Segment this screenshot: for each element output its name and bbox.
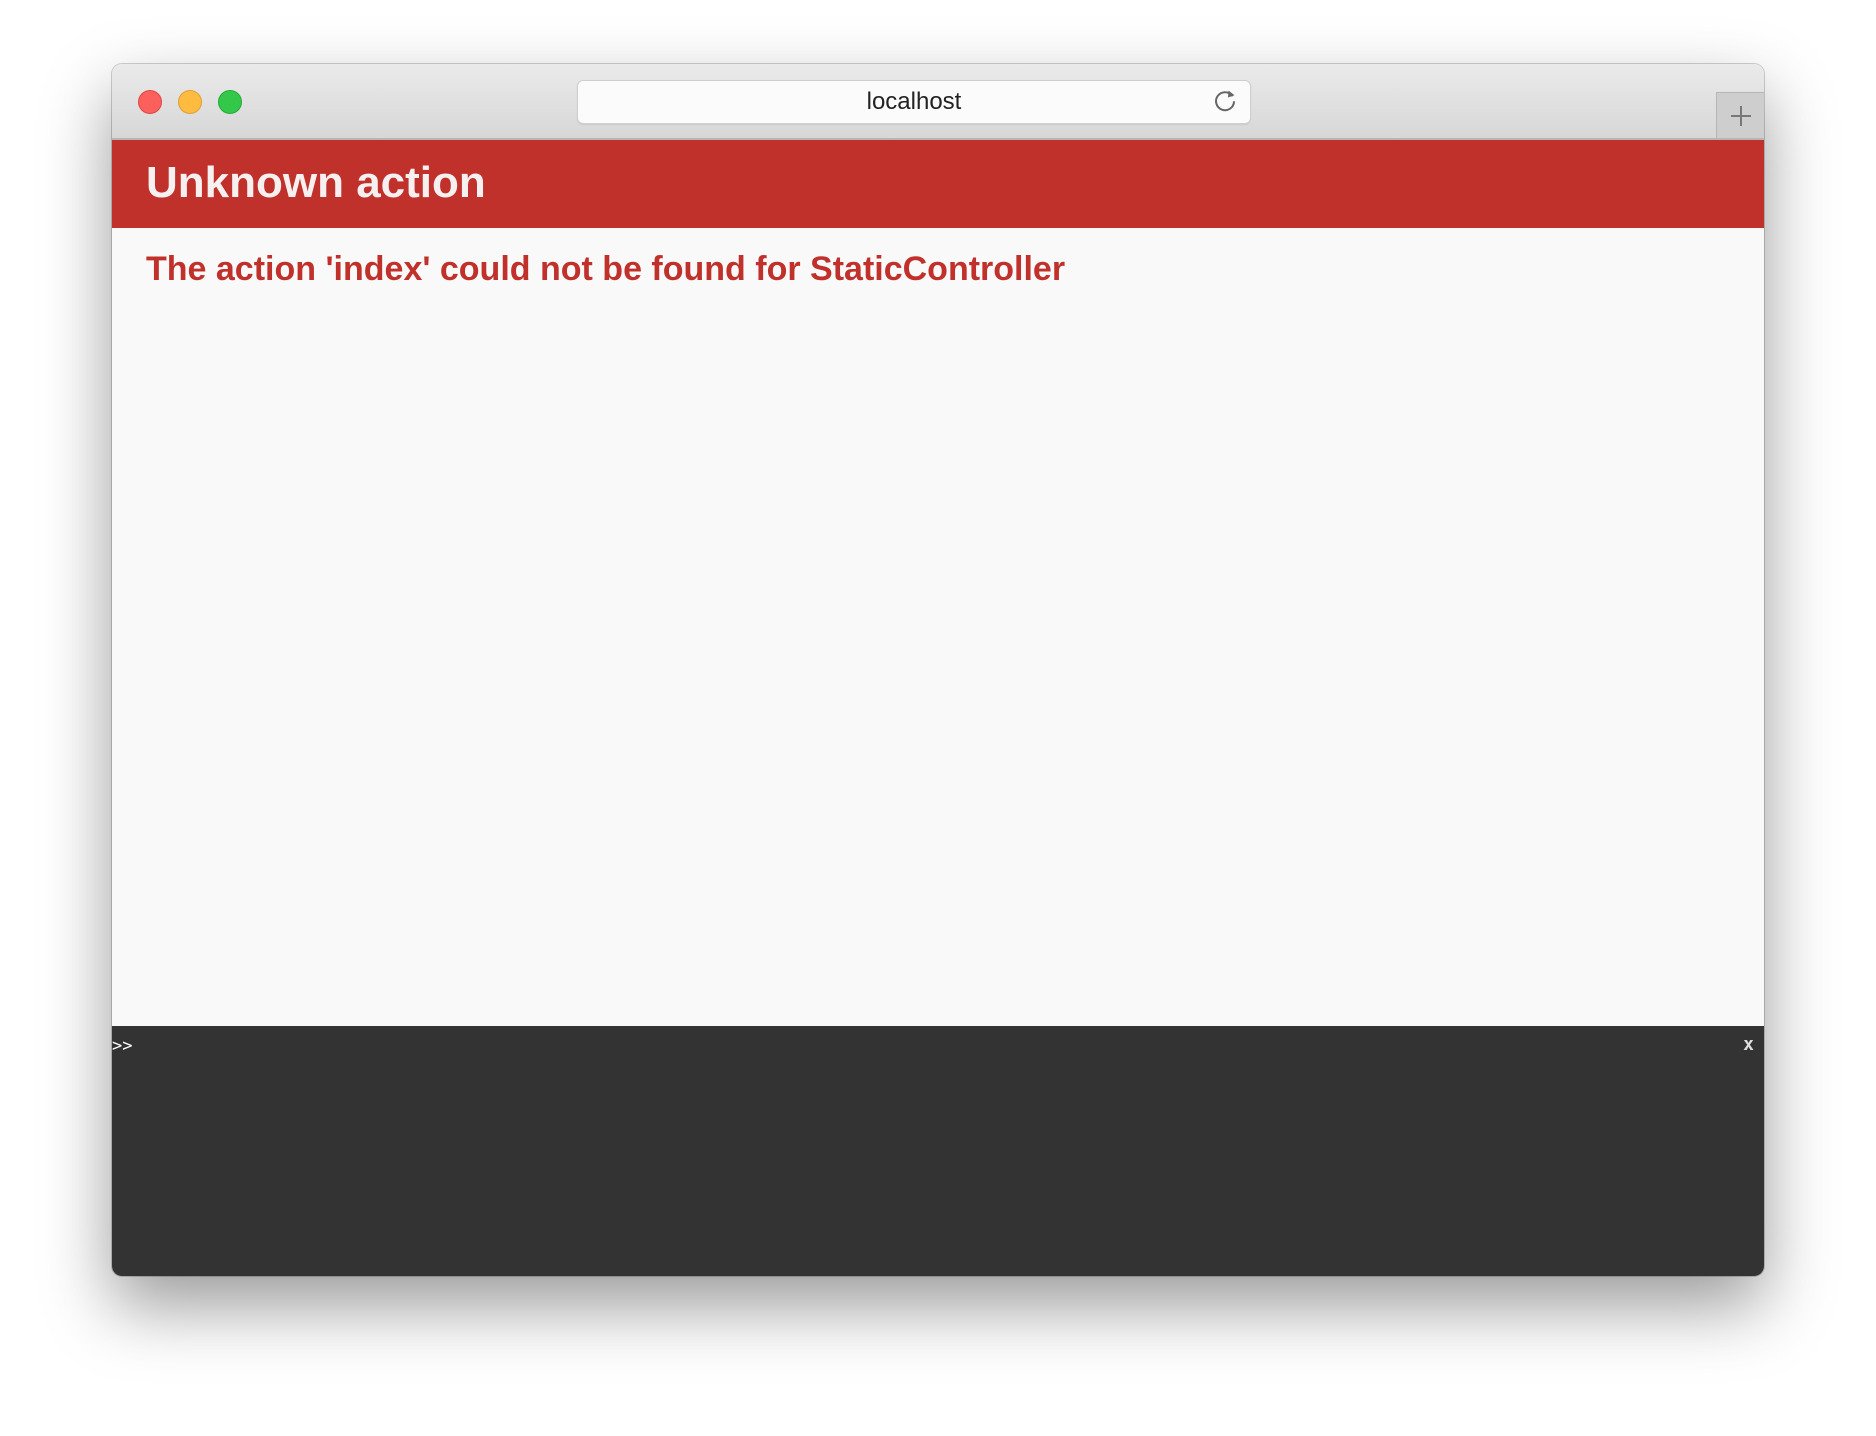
web-console[interactable]: >> x — [112, 1026, 1764, 1276]
error-header: Unknown action — [112, 140, 1764, 228]
zoom-window-icon[interactable] — [218, 90, 242, 114]
address-text[interactable]: localhost — [578, 81, 1250, 123]
close-window-icon[interactable] — [138, 90, 162, 114]
new-tab-button[interactable] — [1716, 92, 1764, 138]
browser-window: localhost Unknown action The action 'ind… — [112, 64, 1764, 1276]
page-title: Unknown action — [146, 158, 486, 207]
console-close-button[interactable]: x — [1743, 1034, 1754, 1055]
address-bar[interactable]: localhost — [577, 80, 1251, 124]
titlebar: localhost — [112, 64, 1764, 140]
console-prompt[interactable]: >> — [112, 1036, 132, 1056]
plus-icon — [1731, 106, 1751, 126]
page-content: Unknown action The action 'index' could … — [112, 140, 1764, 1026]
reload-icon[interactable] — [1210, 87, 1240, 117]
minimize-window-icon[interactable] — [178, 90, 202, 114]
error-message: The action 'index' could not be found fo… — [146, 250, 1066, 288]
